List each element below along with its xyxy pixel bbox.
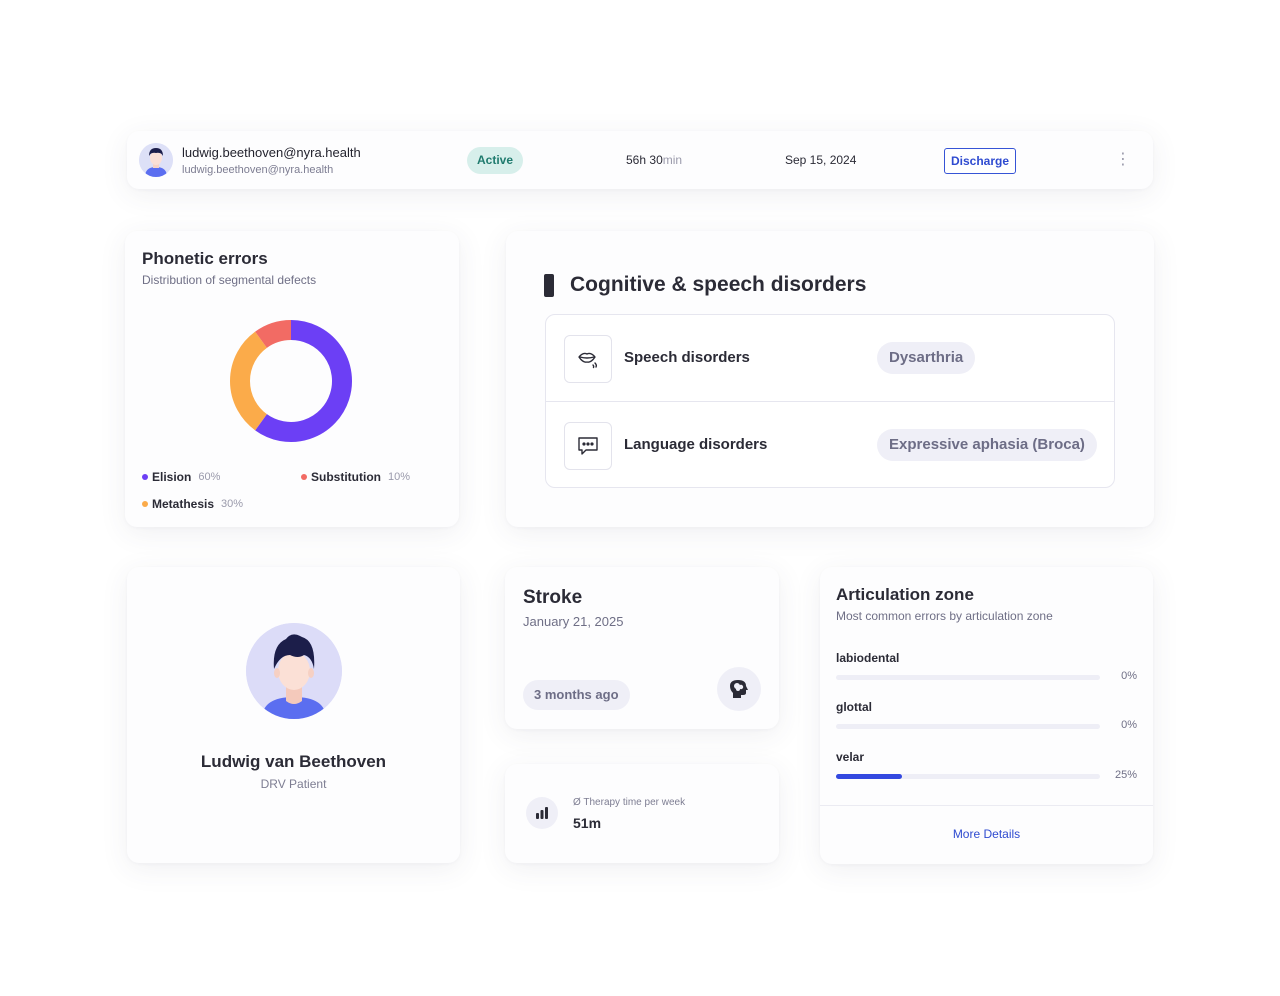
disorder-value: Expressive aphasia (Broca) [877,429,1097,461]
legend-substitution: Substitution 10% [301,470,410,484]
progress-track [836,774,1100,779]
list-item[interactable]: Speech disorders Dysarthria [546,315,1114,401]
donut-chart [230,320,352,442]
legend-dot [142,474,148,480]
zone-label: velar [836,750,865,764]
card-title: Stroke [523,587,583,608]
vertical-dots-icon[interactable]: ⋮ [1115,150,1131,170]
zone-percent: 0% [1121,719,1137,731]
patient-name: Ludwig van Beethoven [200,752,387,771]
disorder-name: Speech disorders [624,349,750,366]
donut-slice-substitution [255,320,292,349]
admission-date: Sep 15, 2024 [785,153,857,167]
therapy-time-label: Ø Therapy time per week [573,797,686,808]
zone-percent: 25% [1114,769,1137,781]
stroke-card: Stroke January 21, 2025 3 months ago [505,567,779,729]
legend-dot [301,474,307,480]
discharge-button[interactable]: Discharge [944,148,1017,174]
patient-row[interactable]: ludwig.beethoven@nyra.health ludwig.beet… [127,131,1153,189]
articulation-zone-card: Articulation zone Most common errors by … [820,567,1153,864]
more-details-link[interactable]: More Details [820,827,1153,841]
status-badge: Active [467,147,524,174]
zone-row: glottal 0% [836,700,1137,740]
donut-slice-metathesis [230,331,268,431]
bar-chart-icon [526,797,558,829]
stroke-date: January 21, 2025 [523,614,624,629]
card-title: Articulation zone [836,585,974,604]
avatar [139,143,173,177]
patient-email: ludwig.beethoven@nyra.health [182,145,361,160]
zone-percent: 0% [1121,670,1137,682]
patient-role: DRV Patient [260,777,327,791]
zone-row: labiodental 0% [836,651,1137,691]
progress-track [836,724,1100,729]
avatar [246,623,342,719]
zone-label: glottal [836,700,872,714]
therapy-time-value: 51m [573,815,602,831]
time-ago-badge: 3 months ago [523,680,630,710]
zone-row: velar 25% [836,750,1137,790]
phonetic-errors-card: Phonetic errors Distribution of segmenta… [125,231,459,527]
progress-track [836,675,1100,680]
cognitive-speech-card: Cognitive & speech disorders Speech diso… [506,231,1154,527]
card-subtitle: Distribution of segmental defects [142,273,317,287]
divider [820,805,1153,806]
title-accent-bar [544,274,554,297]
zone-label: labiodental [836,651,900,665]
card-title: Cognitive & speech disorders [570,273,867,296]
list-item[interactable]: Language disorders Expressive aphasia (B… [546,401,1114,487]
donut-slice-elision [255,320,352,442]
lips-speech-icon [564,335,612,383]
therapy-duration: 56h 30min [626,153,683,167]
patient-profile-card: Ludwig van Beethoven DRV Patient [127,567,460,863]
disorder-name: Language disorders [624,436,768,453]
brain-head-icon [717,667,761,711]
card-subtitle: Most common errors by articulation zone [836,609,1053,623]
therapy-time-card: Ø Therapy time per week 51m [505,764,779,863]
disorder-list: Speech disorders Dysarthria Language dis… [545,314,1115,488]
speech-bubble-icon [564,422,612,470]
legend-dot [142,501,148,507]
patient-email-secondary: ludwig.beethoven@nyra.health [182,164,334,176]
legend-elision: Elision 60% [142,470,220,484]
legend-metathesis: Metathesis 30% [142,497,243,511]
progress-fill [836,774,902,779]
disorder-value: Dysarthria [877,342,976,374]
card-title: Phonetic errors [142,249,268,268]
